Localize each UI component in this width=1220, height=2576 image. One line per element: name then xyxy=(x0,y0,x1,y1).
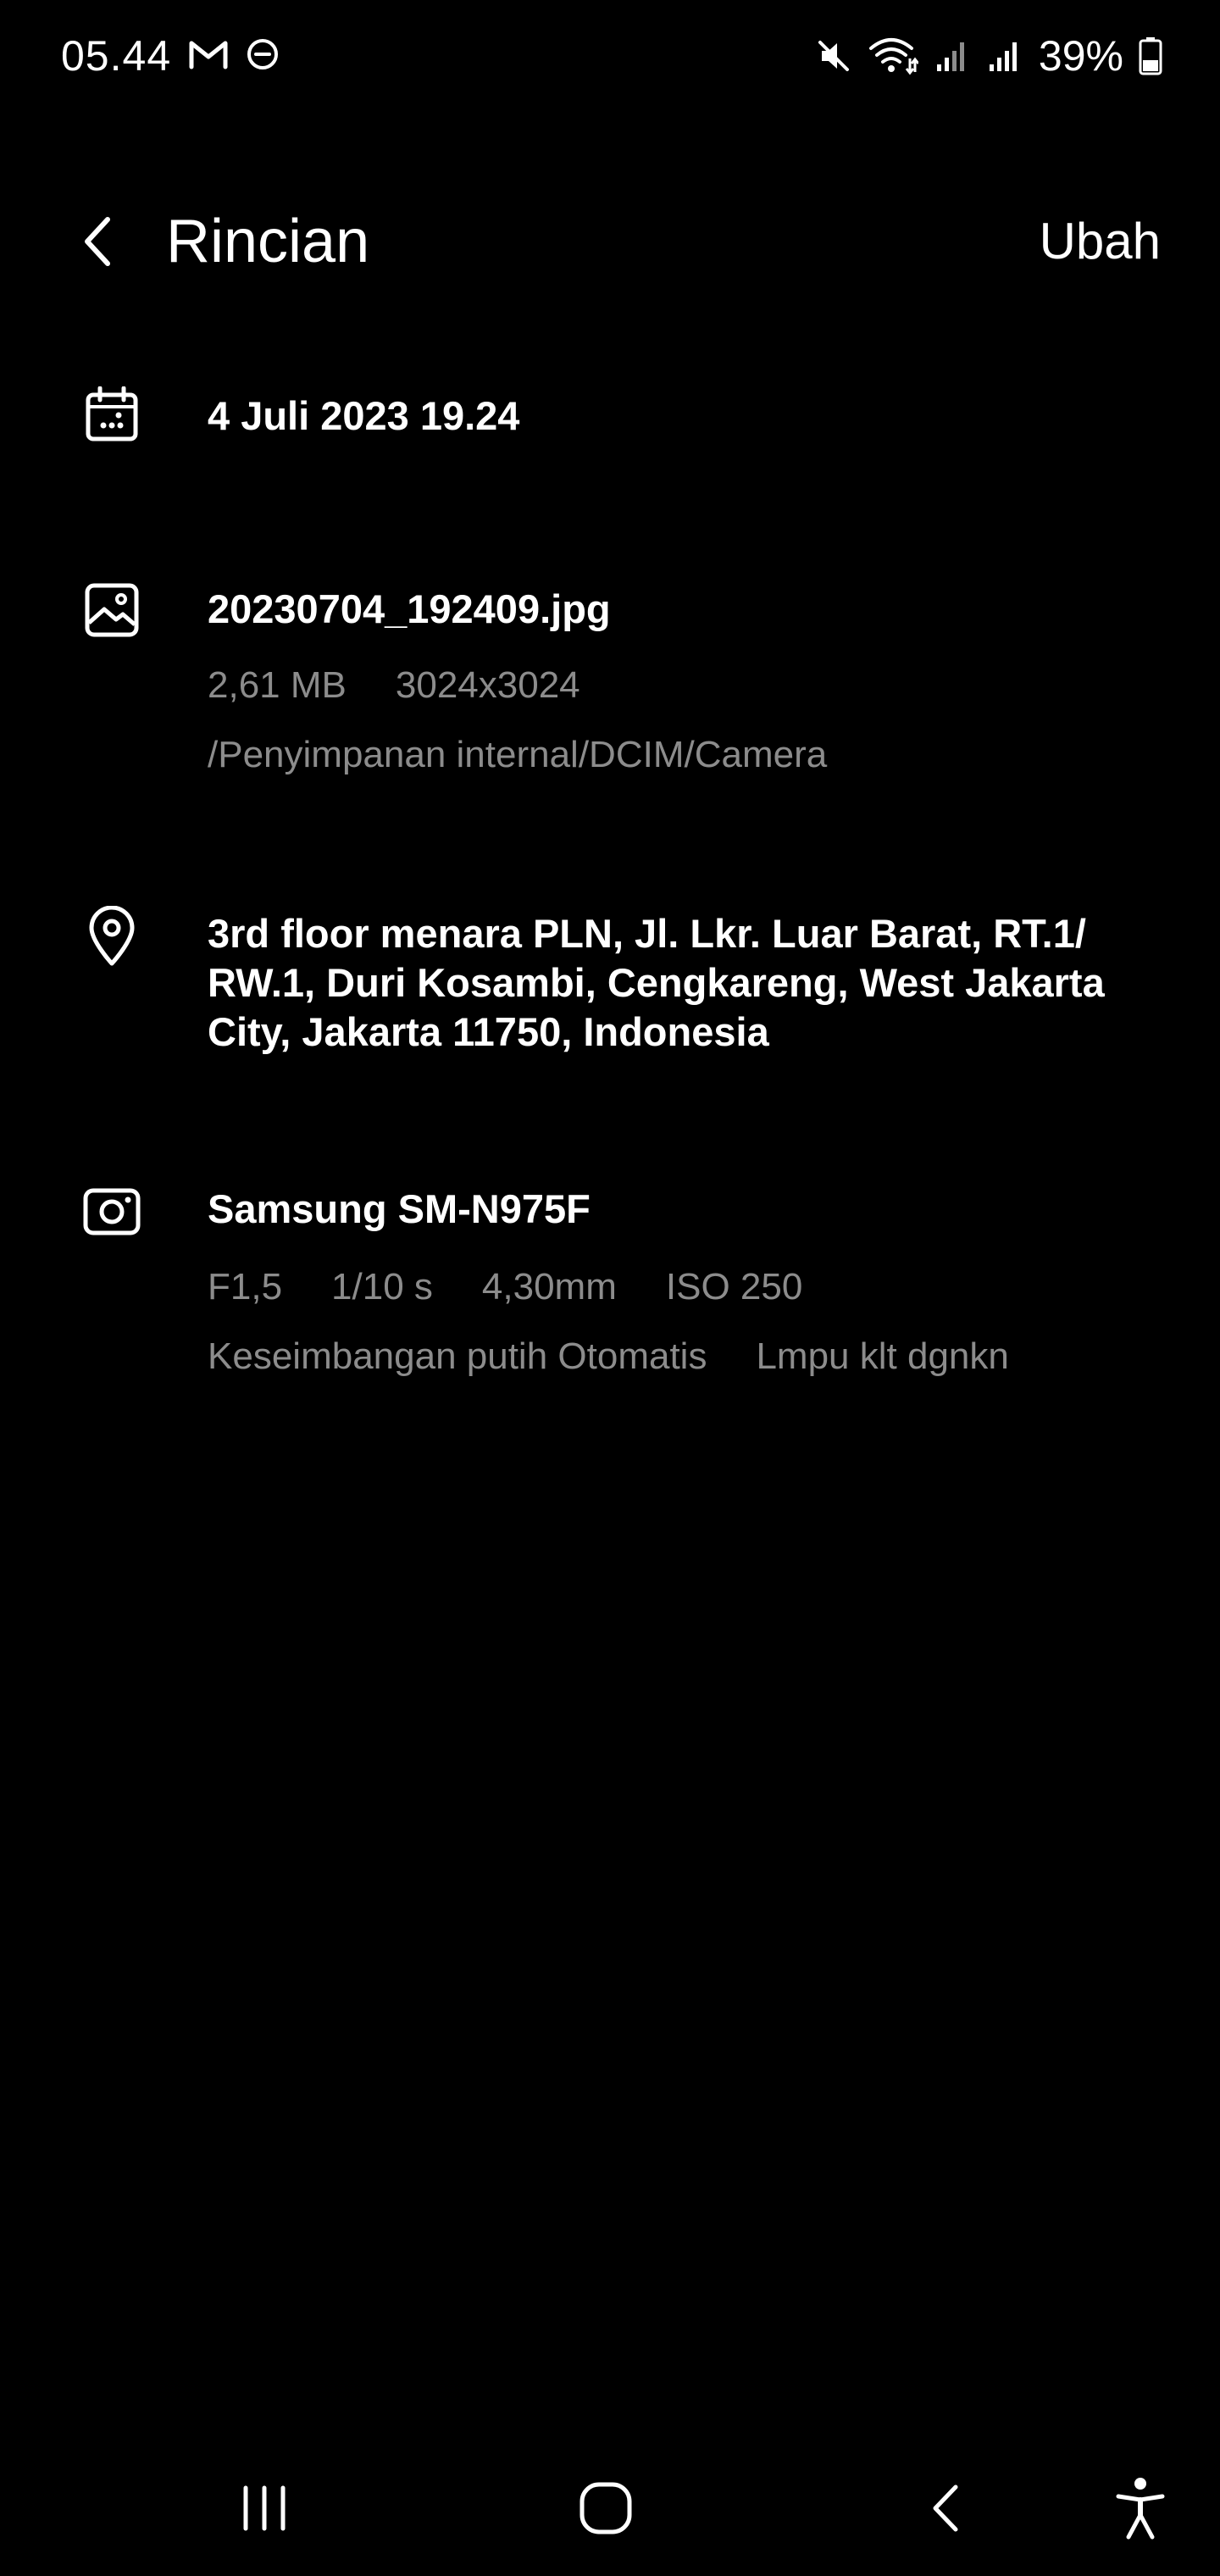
date-section: 4 Juli 2023 19.24 xyxy=(0,381,1220,458)
status-bar: 05.44 39% xyxy=(0,0,1220,119)
recent-apps-icon xyxy=(239,2484,290,2532)
camera-exposure: F1,5 1/10 s 4,30mm ISO 250 xyxy=(208,1264,1161,1310)
file-size: 2,61 MB xyxy=(208,664,347,706)
address-line: 3rd floor menara PLN, Jl. Lkr. Luar Bara… xyxy=(208,911,1086,956)
recent-apps-button[interactable] xyxy=(222,2466,307,2551)
home-button[interactable] xyxy=(563,2466,648,2551)
location-pin-icon xyxy=(81,906,142,967)
image-icon xyxy=(81,580,142,641)
gmail-icon xyxy=(188,38,229,70)
date-time-text: 4 Juli 2023 19.24 xyxy=(208,393,520,438)
iso-value: ISO 250 xyxy=(665,1266,803,1307)
shutter-value: 1/10 s xyxy=(331,1266,433,1307)
file-resolution: 3024x3024 xyxy=(395,664,580,706)
status-time: 05.44 xyxy=(61,32,172,80)
file-meta: 2,61 MB 3024x3024 xyxy=(208,663,1161,708)
status-left-icons xyxy=(188,37,280,71)
mute-icon xyxy=(815,37,852,75)
back-icon xyxy=(929,2482,962,2534)
wifi-icon xyxy=(868,36,918,75)
address-line: City, Jakarta 11750, Indonesia xyxy=(208,1009,769,1054)
signal-icon xyxy=(986,37,1023,75)
back-button[interactable] xyxy=(61,205,134,278)
navigation-bar xyxy=(0,2440,1220,2576)
camera-icon xyxy=(81,1181,142,1242)
flash-value: Lmpu klt dgnkn xyxy=(756,1335,1009,1377)
address-line: RW.1, Duri Kosambi, Cengkareng, West Jak… xyxy=(208,960,1105,1005)
calendar-icon xyxy=(81,385,142,446)
page-title: Rincian xyxy=(166,208,370,275)
battery-icon xyxy=(1139,36,1162,75)
signal-icon xyxy=(934,37,971,75)
white-balance-value: Keseimbangan putih Otomatis xyxy=(208,1335,707,1377)
camera-section: Samsung SM-N975F F1,5 1/10 s 4,30mm ISO 250… xyxy=(0,1178,1220,1398)
status-right-icons: 39% xyxy=(815,31,1162,81)
camera-settings: Keseimbangan putih Otomatis Lmpu klt dgnk… xyxy=(208,1334,1161,1380)
home-icon xyxy=(579,2481,633,2535)
location-section: 3rd floor menara PLN, Jl. Lkr. Luar Bara… xyxy=(0,902,1220,1072)
nav-back-button[interactable] xyxy=(903,2466,988,2551)
battery-percent: 39% xyxy=(1038,32,1123,80)
chevron-left-icon xyxy=(79,214,116,269)
focal-length-value: 4,30mm xyxy=(481,1266,617,1307)
accessibility-icon xyxy=(1113,2476,1167,2540)
file-section: 20230704_192409.jpg 2,61 MB 3024x3024 /Pe… xyxy=(0,576,1220,797)
camera-model: Samsung SM-N975F xyxy=(208,1186,591,1231)
do-not-disturb-icon xyxy=(246,37,280,71)
file-name: 20230704_192409.jpg xyxy=(208,586,611,631)
aperture-value: F1,5 xyxy=(208,1266,283,1307)
edit-button[interactable]: Ubah xyxy=(1040,205,1161,278)
accessibility-button[interactable] xyxy=(1098,2466,1183,2551)
file-path: /Penyimpanan internal/DCIM/Camera xyxy=(208,734,828,775)
address-text: 3rd floor menara PLN, Jl. Lkr. Luar Bara… xyxy=(208,909,1161,1057)
app-header: Rincian Ubah xyxy=(0,186,1220,297)
